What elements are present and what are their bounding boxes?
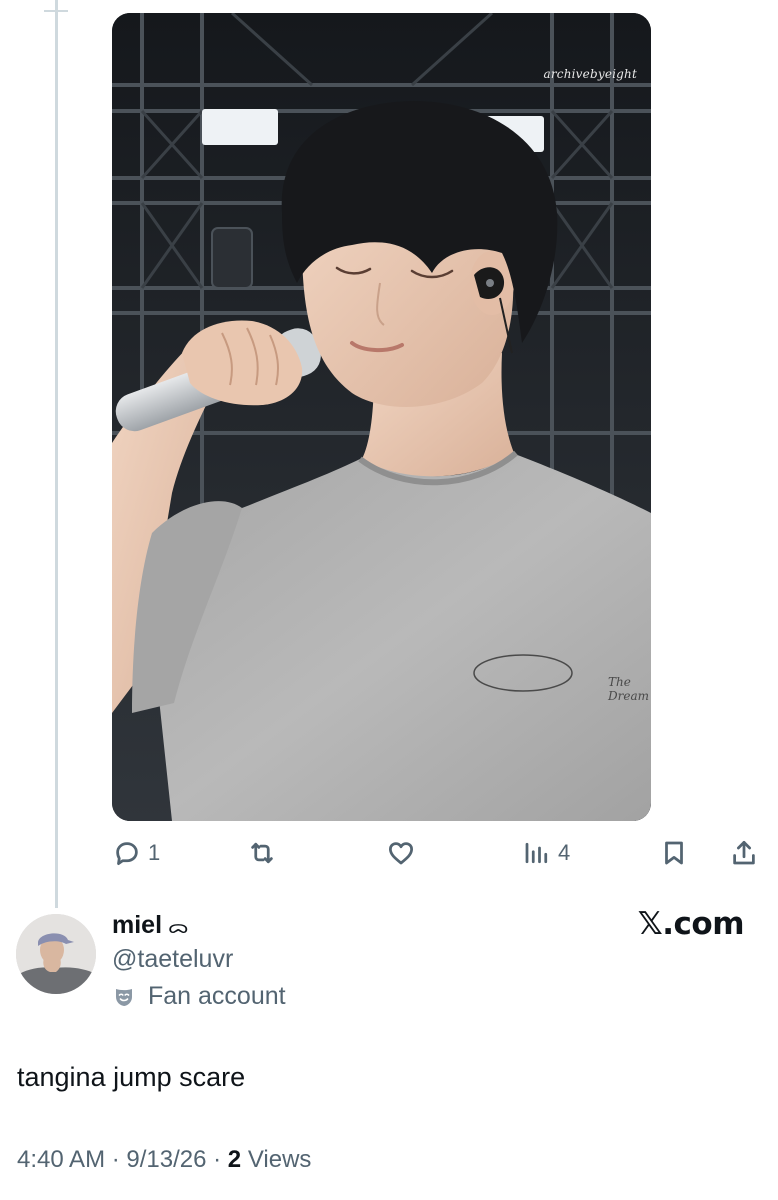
analytics-bars-icon [525,842,548,864]
views-count: 4 [558,840,571,865]
like-button[interactable] [386,835,422,871]
fan-mask-icon [116,988,132,1006]
account-label[interactable]: Fan account [112,982,286,1011]
avatar-photo [16,914,96,994]
reply-button[interactable]: 1 [112,835,160,871]
tweet-photo[interactable]: archivebyeight The Dream [112,13,651,821]
tweet-time[interactable]: 4:40 AM [17,1146,105,1174]
tweet-views-label: Views [241,1146,312,1173]
tweet-views-count: 2 [227,1146,242,1173]
repost-icon [251,842,273,864]
share-button[interactable] [729,835,759,871]
bookmark-icon [665,841,683,865]
author-name-decoration: ᯅ [168,915,189,938]
photo-illustration [112,13,651,821]
heart-icon [389,842,413,865]
thread-line [55,0,58,908]
account-label-text: Fan account [148,982,286,1010]
repost-button[interactable] [247,835,283,871]
views-button[interactable]: 4 [522,835,570,871]
author-display-name[interactable]: miel [112,911,162,940]
photo-watermark: archivebyeight [543,67,637,81]
shirt-logo-text: The Dream [608,675,649,703]
tweet-action-bar: 1 4 [0,835,778,871]
meta-separator: · [206,1146,228,1173]
reply-count: 1 [148,840,161,865]
share-upload-icon [733,841,755,865]
bookmark-button[interactable] [659,835,689,871]
author-avatar[interactable] [16,914,96,994]
reply-bubble-icon [116,842,138,865]
x-com-brand[interactable]: 𝕏.com [638,906,745,942]
meta-separator: · [105,1146,127,1173]
tweet-text: tangina jump scare [17,1062,246,1092]
author-name-row[interactable]: miel ᯅ [112,911,189,940]
author-handle[interactable]: @taeteluvr [112,945,233,974]
tweet-date[interactable]: 9/13/26 [126,1146,206,1174]
tweet-meta: 4:40 AM · 9/13/26 · 2 Views [17,1146,311,1174]
